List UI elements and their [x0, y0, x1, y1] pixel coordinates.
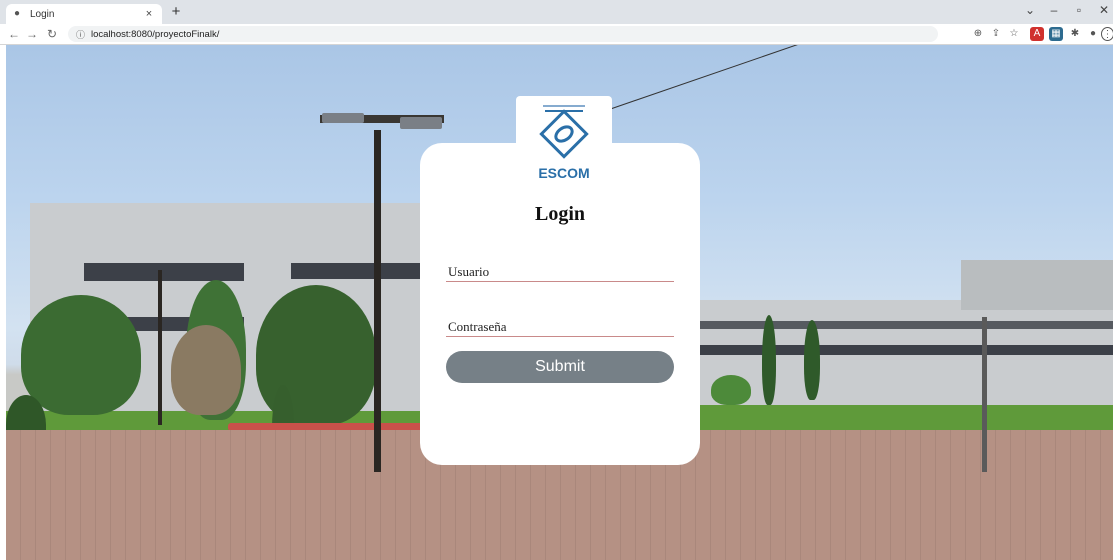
tab-title: Login: [30, 8, 55, 20]
close-tab-icon[interactable]: ×: [142, 8, 156, 20]
forward-icon[interactable]: →: [24, 26, 40, 42]
tree: [804, 320, 820, 400]
extension-icon[interactable]: ▦: [1049, 27, 1063, 41]
new-tab-button[interactable]: +: [168, 4, 184, 20]
tree: [762, 315, 776, 405]
globe-icon: ●: [14, 8, 21, 19]
minimize-icon[interactable]: –: [1044, 3, 1064, 17]
site-info-icon[interactable]: ⓘ: [76, 28, 85, 41]
zoom-icon[interactable]: ⊕: [971, 27, 985, 41]
escom-logo: ESCOM: [538, 105, 590, 181]
back-icon[interactable]: ←: [6, 26, 22, 42]
window-close-icon[interactable]: ✕: [1094, 3, 1113, 17]
browser-tab[interactable]: ● Login ×: [6, 4, 162, 24]
login-card: [420, 143, 700, 465]
share-icon[interactable]: ⇪: [989, 27, 1003, 41]
submit-button[interactable]: Submit: [446, 351, 674, 383]
url-text: localhost:8080/proyectoFinalk/: [91, 28, 220, 40]
extensions-puzzle-icon[interactable]: ✱: [1068, 27, 1082, 41]
lamp-post: [158, 270, 162, 425]
tab-bar: ● Login × + ⌄ – ▫ ✕: [0, 0, 1113, 24]
tree: [21, 295, 141, 415]
tree: [711, 375, 751, 405]
toolbar: ← → ↻ ⓘ localhost:8080/proyectoFinalk/ ⊕…: [0, 24, 1113, 45]
tab-search-icon[interactable]: ⌄: [1020, 3, 1040, 17]
tree: [171, 325, 241, 415]
logo-text: ESCOM: [538, 165, 589, 181]
username-field[interactable]: [446, 262, 674, 282]
password-field[interactable]: [446, 317, 674, 337]
lamp-post: [374, 130, 381, 472]
lamp-post: [982, 317, 987, 472]
profile-icon[interactable]: ●: [1086, 27, 1100, 41]
reload-icon[interactable]: ↻: [44, 26, 60, 42]
pdf-extension-icon[interactable]: A: [1030, 27, 1044, 41]
address-bar[interactable]: ⓘ localhost:8080/proyectoFinalk/: [68, 26, 938, 42]
login-title: Login: [534, 203, 586, 225]
restore-icon[interactable]: ▫: [1069, 3, 1089, 17]
menu-icon[interactable]: ⋮: [1101, 27, 1113, 41]
bookmark-star-icon[interactable]: ☆: [1007, 27, 1021, 41]
